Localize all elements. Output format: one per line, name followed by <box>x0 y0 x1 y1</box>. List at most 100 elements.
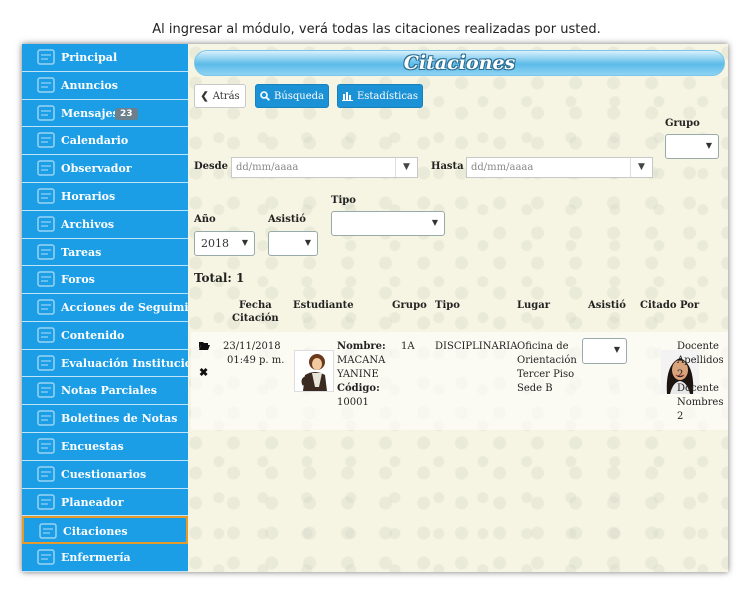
nurse-icon <box>36 547 56 567</box>
target-icon <box>36 464 56 484</box>
sidebar-item-label: Citaciones <box>63 525 128 539</box>
cell-tipo: DISCIPLINARIA <box>435 341 518 352</box>
unread-count-badge: 23 <box>115 107 138 120</box>
sidebar-item-calendario[interactable]: Calendario <box>22 127 188 156</box>
title-banner: Citaciones <box>194 50 725 76</box>
statistics-button[interactable]: Estadísticas <box>337 84 423 108</box>
sidebar-item-label: Calendario <box>61 134 129 148</box>
files-icon <box>36 214 56 234</box>
building-icon <box>36 408 56 428</box>
codigo-value: 10001 <box>337 397 369 408</box>
column-header-grupo: Grupo <box>392 300 427 311</box>
sidebar-item-notas-parciales[interactable]: Notas Parciales <box>22 377 188 406</box>
sidebar-item-contenido[interactable]: Contenido <box>22 321 188 350</box>
sidebar-item-label: Cuestionarios <box>61 467 147 481</box>
sidebar-item-evaluacion-institucional[interactable]: Evaluación Institucional <box>22 349 211 378</box>
hora-value: 01:49 p. m. <box>227 355 285 366</box>
docente-line5: Nombres <box>677 397 724 408</box>
sidebar-item-citaciones[interactable]: Citaciones <box>22 516 188 545</box>
chevron-left-icon: ❮ <box>200 90 209 102</box>
sidebar-item-horarios[interactable]: Horarios <box>22 182 188 211</box>
chevron-down-icon: ▼ <box>304 237 311 247</box>
student-avatar <box>294 350 334 392</box>
sidebar-item-label: Tareas <box>61 245 102 259</box>
sidebar-item-mensajes[interactable]: Mensajes 23 <box>22 99 188 128</box>
chevron-down-icon: ▼ <box>705 140 712 150</box>
column-header-tipo: Tipo <box>435 300 460 311</box>
bar-chart-icon <box>341 92 353 101</box>
nombre-value-line2: YANINE <box>337 369 379 380</box>
grupo-label: Grupo <box>665 118 700 129</box>
nombre-label: Nombre: <box>337 341 386 352</box>
tipo-select[interactable]: ▼ <box>331 211 445 236</box>
page-caption: Al ingresar al módulo, verá todas las ci… <box>152 22 601 37</box>
tipo-label: Tipo <box>331 195 356 206</box>
docente-line3: 2 <box>677 369 684 380</box>
sidebar-item-tareas[interactable]: Tareas <box>22 238 188 267</box>
search-button[interactable]: Búsqueda <box>255 84 329 108</box>
sidebar-item-anuncios[interactable]: Anuncios <box>22 71 188 100</box>
nombre-value-line1: MACANA <box>337 355 386 366</box>
back-button-label: Atrás <box>212 90 240 102</box>
sidebar-item-enfermeria[interactable]: Enfermería <box>22 544 188 572</box>
home-icon <box>36 47 56 67</box>
sidebar-item-archivos[interactable]: Archivos <box>22 210 188 239</box>
sidebar-item-label: Foros <box>61 273 95 287</box>
cell-citado-por: Docente Apellidos 2 Docente Nombres 2 <box>677 340 724 424</box>
desde-label: Desde <box>194 161 229 172</box>
lugar-line1: Oficina de <box>517 341 569 352</box>
sidebar-item-cuestionarios[interactable]: Cuestionarios <box>22 460 188 489</box>
sidebar-item-boletines-de-notas[interactable]: Boletines de Notas <box>22 405 188 434</box>
anio-value: 2018 <box>201 237 229 250</box>
cell-estudiante: Nombre: MACANA YANINE Código: 10001 <box>337 340 386 410</box>
asistio-select[interactable]: ▼ <box>268 231 318 256</box>
fecha-value: 23/11/2018 <box>223 341 281 352</box>
sidebar-item-label: Anuncios <box>61 78 118 92</box>
statistics-button-label: Estadísticas <box>356 90 419 102</box>
chevron-down-icon[interactable]: ▼ <box>630 158 652 177</box>
sidebar-item-label: Principal <box>61 51 118 64</box>
sidebar-item-label: Enfermería <box>61 551 131 565</box>
sidebar-item-label: Archivos <box>61 217 115 231</box>
back-button[interactable]: ❮ Atrás <box>194 84 246 108</box>
column-header-citado-por: Citado Por <box>640 300 700 311</box>
delete-icon[interactable]: ✖ <box>199 366 208 379</box>
sidebar-item-principal[interactable]: Principal <box>22 44 188 72</box>
sidebar-item-label: Horarios <box>61 189 116 203</box>
chevron-down-icon[interactable]: ▼ <box>395 158 417 177</box>
desde-date-input[interactable]: dd/mm/aaaa ▼ <box>231 157 418 178</box>
page-title: Citaciones <box>403 52 516 74</box>
chevron-down-icon: ▼ <box>431 217 438 227</box>
asistio-row-select[interactable]: ▼ <box>582 338 627 364</box>
sidebar-item-observador[interactable]: Observador <box>22 155 188 183</box>
anio-label: Año <box>194 214 216 225</box>
planner-icon <box>36 492 56 512</box>
column-header-fecha: Fecha Citación <box>232 299 279 325</box>
sidebar-item-label: Encuestas <box>61 440 124 454</box>
search-icon <box>260 91 270 101</box>
folder-open-icon[interactable] <box>199 340 210 353</box>
sidebar-item-label: Mensajes <box>61 106 119 120</box>
sidebar-item-planeador[interactable]: Planeador <box>22 488 188 517</box>
chevron-down-icon: ▼ <box>241 237 248 247</box>
grade-icon <box>36 380 56 400</box>
grupo-select[interactable]: ▼ <box>665 134 719 159</box>
asistio-label: Asistió <box>268 214 306 225</box>
hasta-date-input[interactable]: dd/mm/aaaa ▼ <box>466 157 653 178</box>
fecha-header-line1: Fecha <box>238 300 272 311</box>
anio-select[interactable]: 2018 ▼ <box>194 231 255 256</box>
main-panel: Citaciones ❮ Atrás Búsqueda Estadísticas… <box>188 44 728 572</box>
app-window: Principal Anuncios Mensajes 23 Calendario Obs… <box>22 44 728 572</box>
people-icon <box>36 269 56 289</box>
search-button-label: Búsqueda <box>273 90 325 102</box>
sidebar-item-acciones-de-seguimiento[interactable]: Acciones de Seguimiento <box>22 294 216 322</box>
sidebar-item-encuestas[interactable]: Encuestas <box>22 433 188 461</box>
calendar-icon <box>36 130 56 150</box>
gear-icon <box>36 297 56 317</box>
hasta-placeholder: dd/mm/aaaa <box>471 162 534 173</box>
column-header-lugar: Lugar <box>517 300 551 311</box>
sidebar-item-label: Contenido <box>61 328 125 342</box>
sidebar-item-label: Planeador <box>61 495 124 509</box>
sidebar-item-foros[interactable]: Foros <box>22 266 188 295</box>
chevron-down-icon: ▼ <box>613 345 620 354</box>
